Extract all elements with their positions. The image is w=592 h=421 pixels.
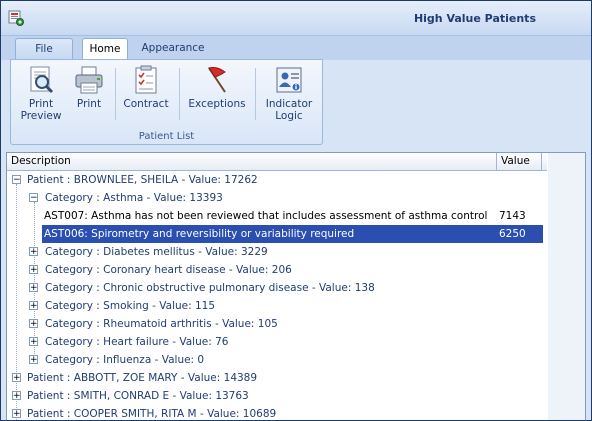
app-icon bbox=[8, 10, 24, 26]
window-title: High Value Patients bbox=[413, 12, 536, 25]
grid-empty-area bbox=[548, 153, 585, 420]
ribbon-separator bbox=[255, 68, 256, 120]
ribbon-panel: Print Preview Print Contract Exceptions … bbox=[10, 59, 323, 145]
expand-toggle[interactable]: + bbox=[29, 337, 38, 347]
row-description: Category : Diabetes mellitus - Value: 32… bbox=[45, 246, 268, 258]
expand-toggle[interactable]: + bbox=[12, 373, 21, 383]
indicator-logic-label-line1: Indicator bbox=[265, 98, 313, 110]
tree-row-patient[interactable]: + Patient : SMITH, CONRAD E - Value: 137… bbox=[7, 387, 543, 405]
expand-toggle[interactable]: + bbox=[29, 265, 38, 275]
row-description: Category : Rheumatoid arthritis - Value:… bbox=[45, 318, 278, 330]
row-value: 6250 bbox=[499, 228, 526, 240]
contract-label: Contract bbox=[123, 98, 169, 110]
contract-button[interactable]: Contract bbox=[121, 64, 171, 110]
row-description: Category : Asthma - Value: 13393 bbox=[45, 192, 223, 204]
tab-file[interactable]: File bbox=[15, 38, 73, 61]
patient-tree-grid[interactable]: Description Value − Patient : BROWNLEE, … bbox=[6, 152, 586, 420]
row-description: Patient : ABBOTT, ZOE MARY - Value: 1438… bbox=[27, 372, 258, 384]
tree-row-category[interactable]: − Category : Asthma - Value: 13393 bbox=[7, 189, 543, 207]
collapse-toggle[interactable]: − bbox=[12, 175, 21, 185]
tree-row-patient[interactable]: − Patient : BROWNLEE, SHEILA - Value: 17… bbox=[7, 171, 543, 189]
print-preview-button[interactable]: Print Preview bbox=[17, 64, 65, 122]
row-description: Category : Influenza - Value: 0 bbox=[45, 354, 205, 366]
tree-row-category[interactable]: + Category : Influenza - Value: 0 bbox=[7, 351, 543, 369]
row-description: AST007: Asthma has not been reviewed tha… bbox=[44, 210, 488, 222]
indicator-logic-button[interactable]: Indicator Logic bbox=[263, 64, 315, 122]
row-description: Category : Coronary heart disease - Valu… bbox=[45, 264, 292, 276]
print-preview-label-line1: Print bbox=[28, 98, 54, 110]
row-description: AST006: Spirometry and reversibility or … bbox=[44, 228, 355, 240]
column-header-description[interactable]: Description bbox=[7, 153, 497, 170]
tree-row-category[interactable]: + Category : Heart failure - Value: 76 bbox=[7, 333, 543, 351]
tree-row-category[interactable]: + Category : Chronic obstructive pulmona… bbox=[7, 279, 543, 297]
tree-row-category[interactable]: + Category : Smoking - Value: 115 bbox=[7, 297, 543, 315]
ribbon-separator bbox=[179, 68, 180, 120]
expand-toggle[interactable]: + bbox=[29, 283, 38, 293]
expand-toggle[interactable]: + bbox=[12, 409, 21, 419]
contract-icon bbox=[135, 65, 157, 94]
tree-row-patient[interactable]: + Patient : COOPER SMITH, RITA M - Value… bbox=[7, 405, 543, 420]
print-label: Print bbox=[76, 98, 102, 110]
printer-icon bbox=[75, 66, 103, 94]
row-description: Patient : COOPER SMITH, RITA M - Value: … bbox=[27, 408, 277, 420]
tree-row-category[interactable]: + Category : Rheumatoid arthritis - Valu… bbox=[7, 315, 543, 333]
row-description: Category : Smoking - Value: 115 bbox=[45, 300, 216, 312]
row-description: Category : Heart failure - Value: 76 bbox=[45, 336, 229, 348]
expand-toggle[interactable]: + bbox=[12, 391, 21, 401]
tree-row-indicator[interactable]: AST007: Asthma has not been reviewed tha… bbox=[7, 207, 543, 225]
row-description: Patient : SMITH, CONRAD E - Value: 13763 bbox=[27, 390, 249, 402]
exceptions-button[interactable]: Exceptions bbox=[187, 64, 247, 110]
print-preview-icon bbox=[30, 66, 54, 94]
collapse-toggle[interactable]: − bbox=[29, 193, 38, 203]
indicator-logic-icon bbox=[276, 67, 302, 93]
row-value: 7143 bbox=[499, 210, 526, 222]
app-window: High Value Patients File Home Appearance… bbox=[0, 0, 592, 421]
tree-row-patient[interactable]: + Patient : ABBOTT, ZOE MARY - Value: 14… bbox=[7, 369, 543, 387]
ribbon-tab-bar: File Home Appearance bbox=[1, 35, 591, 62]
row-description: Patient : BROWNLEE, SHEILA - Value: 1726… bbox=[27, 174, 258, 186]
tab-appearance[interactable]: Appearance bbox=[137, 38, 209, 60]
expand-toggle[interactable]: + bbox=[29, 301, 38, 311]
column-header-value[interactable]: Value bbox=[497, 153, 542, 170]
title-bar: High Value Patients bbox=[1, 1, 591, 35]
exceptions-label: Exceptions bbox=[188, 98, 246, 110]
expand-toggle[interactable]: + bbox=[29, 319, 38, 329]
grid-header: Description Value bbox=[7, 153, 547, 171]
flag-icon bbox=[208, 67, 226, 93]
ribbon-group-label: Patient List bbox=[138, 131, 195, 142]
indicator-logic-label-line2: Logic bbox=[275, 110, 303, 122]
expand-toggle[interactable]: + bbox=[29, 247, 38, 257]
tree-row-category[interactable]: + Category : Coronary heart disease - Va… bbox=[7, 261, 543, 279]
print-preview-label-line2: Preview bbox=[20, 110, 62, 122]
tree-row-indicator-selected[interactable]: AST006: Spirometry and reversibility or … bbox=[42, 225, 543, 243]
row-description: Category : Chronic obstructive pulmonary… bbox=[45, 282, 375, 294]
print-button[interactable]: Print bbox=[69, 64, 109, 110]
ribbon-separator bbox=[115, 68, 116, 120]
expand-toggle[interactable]: + bbox=[29, 355, 38, 365]
tree-row-category[interactable]: + Category : Diabetes mellitus - Value: … bbox=[7, 243, 543, 261]
